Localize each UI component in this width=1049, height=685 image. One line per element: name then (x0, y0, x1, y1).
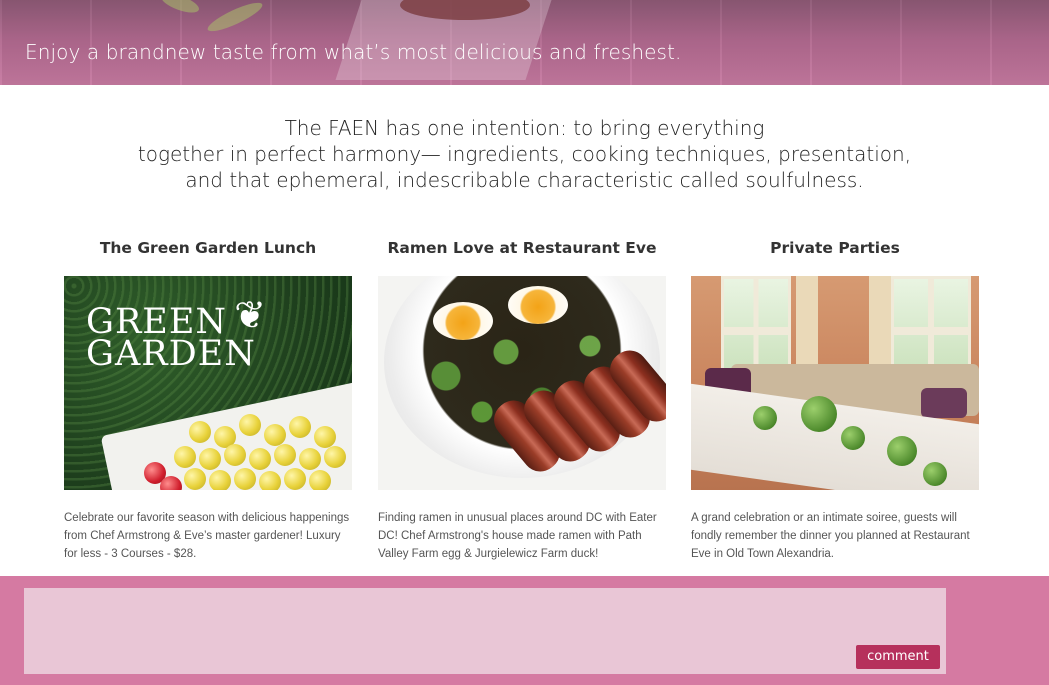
card-description: A grand celebration or an intimate soire… (691, 512, 970, 560)
fruit (174, 446, 196, 468)
intro-line: together in perfect harmony— ingredients… (137, 142, 912, 166)
fruit (299, 448, 321, 470)
pillow (921, 388, 967, 418)
fruit (189, 421, 211, 443)
logo-line: GARDEN (86, 334, 256, 374)
fruit (264, 424, 286, 446)
card-title: Ramen Love at Restaurant Eve (387, 239, 657, 257)
fruit (259, 471, 281, 490)
comment-button[interactable]: comment (856, 645, 940, 669)
fruit (184, 468, 206, 490)
fruit (224, 444, 246, 466)
green-garden-image[interactable]: ❦ GREEN GARDEN (64, 276, 352, 490)
card-title: The Green Garden Lunch (99, 239, 317, 257)
card-description: Celebrate our favorite season with delic… (64, 512, 350, 560)
comment-textarea[interactable] (24, 588, 946, 674)
fruit (274, 444, 296, 466)
fruit (199, 448, 221, 470)
ramen-bowl-image[interactable] (378, 276, 666, 490)
centerpiece (841, 426, 865, 450)
fruit (234, 468, 256, 490)
fruit (249, 448, 271, 470)
card-title: Private Parties (770, 239, 900, 257)
fruit (309, 470, 331, 490)
centerpiece (923, 462, 947, 486)
fruit (239, 414, 261, 436)
comment-section: comment (0, 576, 1049, 685)
fruit (284, 468, 306, 490)
card-ramen-love: Ramen Love at Restaurant Eve Finding ram… (378, 238, 666, 560)
centerpiece (753, 406, 777, 430)
hero-tagline: Enjoy a brandnew taste from what’s most … (25, 40, 682, 64)
card-private-parties: Private Parties A grand celebration or a… (691, 238, 979, 560)
fruit (324, 446, 346, 468)
fruit (314, 426, 336, 448)
centerpiece (887, 436, 917, 466)
centerpiece (801, 396, 837, 432)
intro-line: The FAEN has one intention: to bring eve… (284, 116, 765, 140)
intro-statement: The FAEN has one intention: to bring eve… (0, 115, 1049, 193)
card-description: Finding ramen in unusual places around D… (378, 512, 657, 560)
intro-line: and that ephemeral, indescribable charac… (185, 168, 864, 192)
card-green-garden-lunch: The Green Garden Lunch ❦ GREEN GARDEN Ce… (64, 238, 352, 560)
green-garden-logo: GREEN GARDEN (86, 305, 256, 374)
private-dining-room-image[interactable] (691, 276, 979, 490)
hero-banner: Enjoy a brandnew taste from what’s most … (0, 0, 1049, 85)
fruit (209, 470, 231, 490)
fruit (289, 416, 311, 438)
